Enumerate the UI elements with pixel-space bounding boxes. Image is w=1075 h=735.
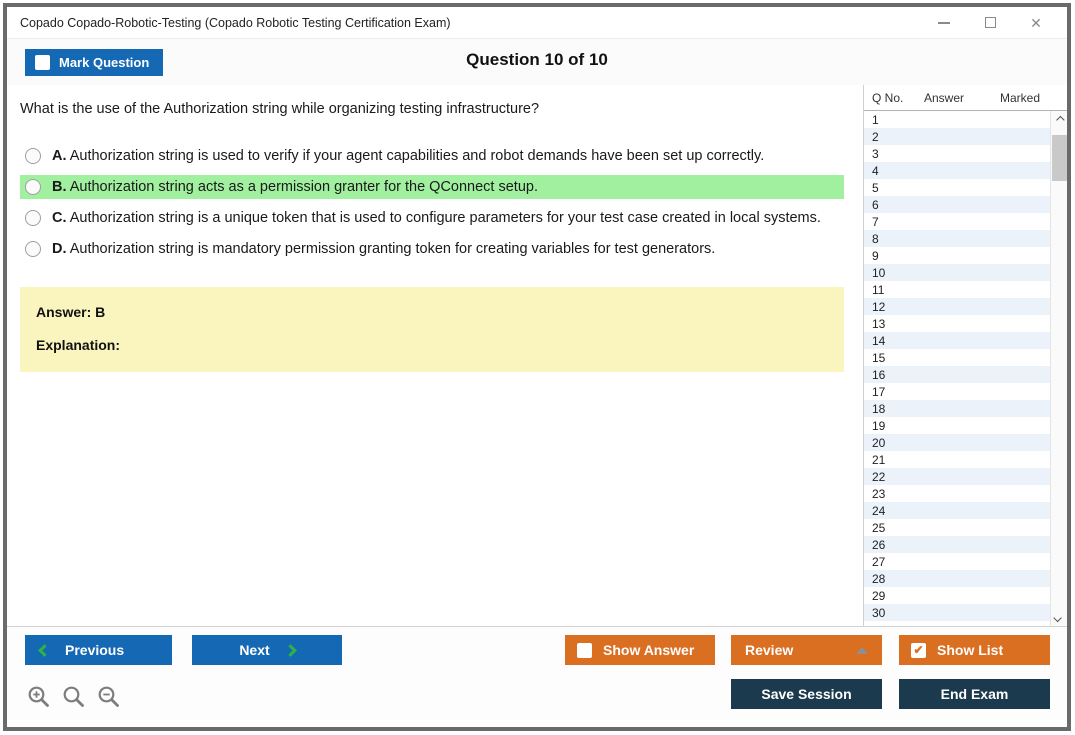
option-text: B. Authorization string acts as a permis…	[52, 179, 538, 195]
minimize-button[interactable]	[921, 7, 967, 38]
mark-question-checkbox-icon[interactable]	[35, 55, 50, 70]
zoom-out-icon[interactable]	[97, 685, 121, 709]
show-list-checkbox-icon[interactable]: ✔	[911, 642, 926, 658]
question-list-row[interactable]: 13	[864, 315, 1050, 332]
question-list-row[interactable]: 5	[864, 179, 1050, 196]
question-list-row[interactable]: 3	[864, 145, 1050, 162]
col-header-qno: Q No.	[872, 90, 904, 105]
mark-question-label: Mark Question	[59, 55, 150, 70]
option-text: D. Authorization string is mandatory per…	[52, 241, 716, 257]
question-list-row[interactable]: 10	[864, 264, 1050, 281]
question-list-row[interactable]: 7	[864, 213, 1050, 230]
maximize-icon	[984, 17, 996, 28]
footer: Previous Next Show Answer Review ✔ Show …	[7, 626, 1067, 727]
save-session-label: Save Session	[761, 686, 852, 702]
question-list: 1 2 3 4 5 6 7 8 9 10 11 12 13 14 15 16 17 18 19 20 21 22 23 24 2…	[864, 111, 1050, 626]
option-text: A. Authorization string is used to verif…	[52, 148, 765, 164]
radio-icon[interactable]	[25, 241, 41, 257]
close-icon: ✕	[1030, 14, 1042, 31]
scrollbar-thumb[interactable]	[1052, 135, 1067, 181]
zoom-reset-icon[interactable]	[62, 685, 86, 709]
header: Mark Question Question 10 of 10	[7, 39, 1067, 85]
zoom-in-icon[interactable]	[27, 685, 51, 709]
question-list-row[interactable]: 2	[864, 128, 1050, 145]
radio-icon[interactable]	[25, 210, 41, 226]
question-list-row[interactable]: 26	[864, 536, 1050, 553]
review-button[interactable]: Review	[731, 635, 882, 665]
chevron-left-icon	[38, 643, 51, 657]
show-list-button[interactable]: ✔ Show List	[899, 635, 1050, 665]
question-panel: What is the use of the Authorization str…	[7, 85, 863, 626]
show-answer-label: Show Answer	[603, 642, 695, 658]
question-list-row[interactable]: 22	[864, 468, 1050, 485]
question-list-row[interactable]: 18	[864, 400, 1050, 417]
titlebar: Copado Copado-Robotic-Testing (Copado Ro…	[7, 7, 1067, 39]
previous-label: Previous	[65, 642, 125, 658]
show-answer-button[interactable]: Show Answer	[565, 635, 715, 665]
option-b[interactable]: B. Authorization string acts as a permis…	[20, 175, 844, 199]
options-list: A. Authorization string is used to verif…	[20, 144, 844, 261]
review-label: Review	[745, 642, 794, 658]
show-list-label: Show List	[937, 642, 1004, 658]
question-list-row[interactable]: 25	[864, 519, 1050, 536]
zoom-toolbar	[27, 685, 121, 709]
question-list-row[interactable]: 30	[864, 604, 1050, 621]
question-list-row[interactable]: 20	[864, 434, 1050, 451]
question-list-row[interactable]: 9	[864, 247, 1050, 264]
question-list-row[interactable]: 23	[864, 485, 1050, 502]
chevron-up-icon	[856, 646, 868, 654]
question-list-row[interactable]: 6	[864, 196, 1050, 213]
question-list-row[interactable]: 24	[864, 502, 1050, 519]
col-header-answer: Answer	[924, 90, 965, 105]
question-list-row[interactable]: 19	[864, 417, 1050, 434]
option-c[interactable]: C. Authorization string is a unique toke…	[20, 206, 844, 230]
radio-icon[interactable]	[25, 148, 41, 164]
radio-icon[interactable]	[25, 179, 41, 195]
question-text: What is the use of the Authorization str…	[20, 101, 540, 117]
save-session-button[interactable]: Save Session	[731, 679, 882, 709]
close-button[interactable]: ✕	[1013, 7, 1059, 38]
question-list-row[interactable]: 29	[864, 587, 1050, 604]
question-list-row[interactable]: 1	[864, 111, 1050, 128]
question-list-row[interactable]: 4	[864, 162, 1050, 179]
scroll-up-button[interactable]	[1051, 111, 1067, 128]
question-list-row[interactable]: 27	[864, 553, 1050, 570]
chevron-down-icon	[1053, 613, 1062, 622]
question-list-row[interactable]: 8	[864, 230, 1050, 247]
question-list-header: Q No. Answer Marked	[864, 85, 1067, 111]
col-header-marked: Marked	[1000, 90, 1041, 105]
option-text: C. Authorization string is a unique toke…	[52, 210, 821, 226]
previous-button[interactable]: Previous	[25, 635, 172, 665]
question-list-row[interactable]: 12	[864, 298, 1050, 315]
question-list-row[interactable]: 16	[864, 366, 1050, 383]
chevron-up-icon	[1056, 115, 1065, 124]
question-list-row[interactable]: 11	[864, 281, 1050, 298]
next-button[interactable]: Next	[192, 635, 342, 665]
question-list-row[interactable]: 21	[864, 451, 1050, 468]
question-list-row[interactable]: 14	[864, 332, 1050, 349]
answer-panel: Answer: B Explanation:	[20, 287, 844, 372]
scroll-down-button[interactable]	[1051, 609, 1067, 626]
mark-question-button[interactable]: Mark Question	[25, 49, 164, 76]
question-list-row[interactable]: 17	[864, 383, 1050, 400]
answer-label: Answer: B	[36, 304, 106, 320]
explanation-label: Explanation:	[36, 337, 121, 353]
end-exam-label: End Exam	[940, 686, 1009, 702]
show-answer-checkbox-icon[interactable]	[577, 642, 592, 658]
question-counter: Question 10 of 10	[466, 50, 608, 69]
option-a[interactable]: A. Authorization string is used to verif…	[20, 144, 844, 168]
option-d[interactable]: D. Authorization string is mandatory per…	[20, 237, 844, 261]
window-frame: Copado Copado-Robotic-Testing (Copado Ro…	[3, 3, 1071, 731]
question-list-panel: Q No. Answer Marked 1 2 3 4 5 6 7 8 9 10 11 12 13 14 1…	[863, 85, 1067, 626]
window-title: Copado Copado-Robotic-Testing (Copado Ro…	[20, 15, 451, 30]
minimize-icon	[938, 21, 950, 24]
question-list-row[interactable]: 15	[864, 349, 1050, 366]
maximize-button[interactable]	[967, 7, 1013, 38]
end-exam-button[interactable]: End Exam	[899, 679, 1050, 709]
question-list-row[interactable]: 28	[864, 570, 1050, 587]
question-list-scrollbar[interactable]	[1050, 111, 1067, 626]
chevron-right-icon	[283, 643, 297, 657]
next-label: Next	[239, 642, 270, 658]
